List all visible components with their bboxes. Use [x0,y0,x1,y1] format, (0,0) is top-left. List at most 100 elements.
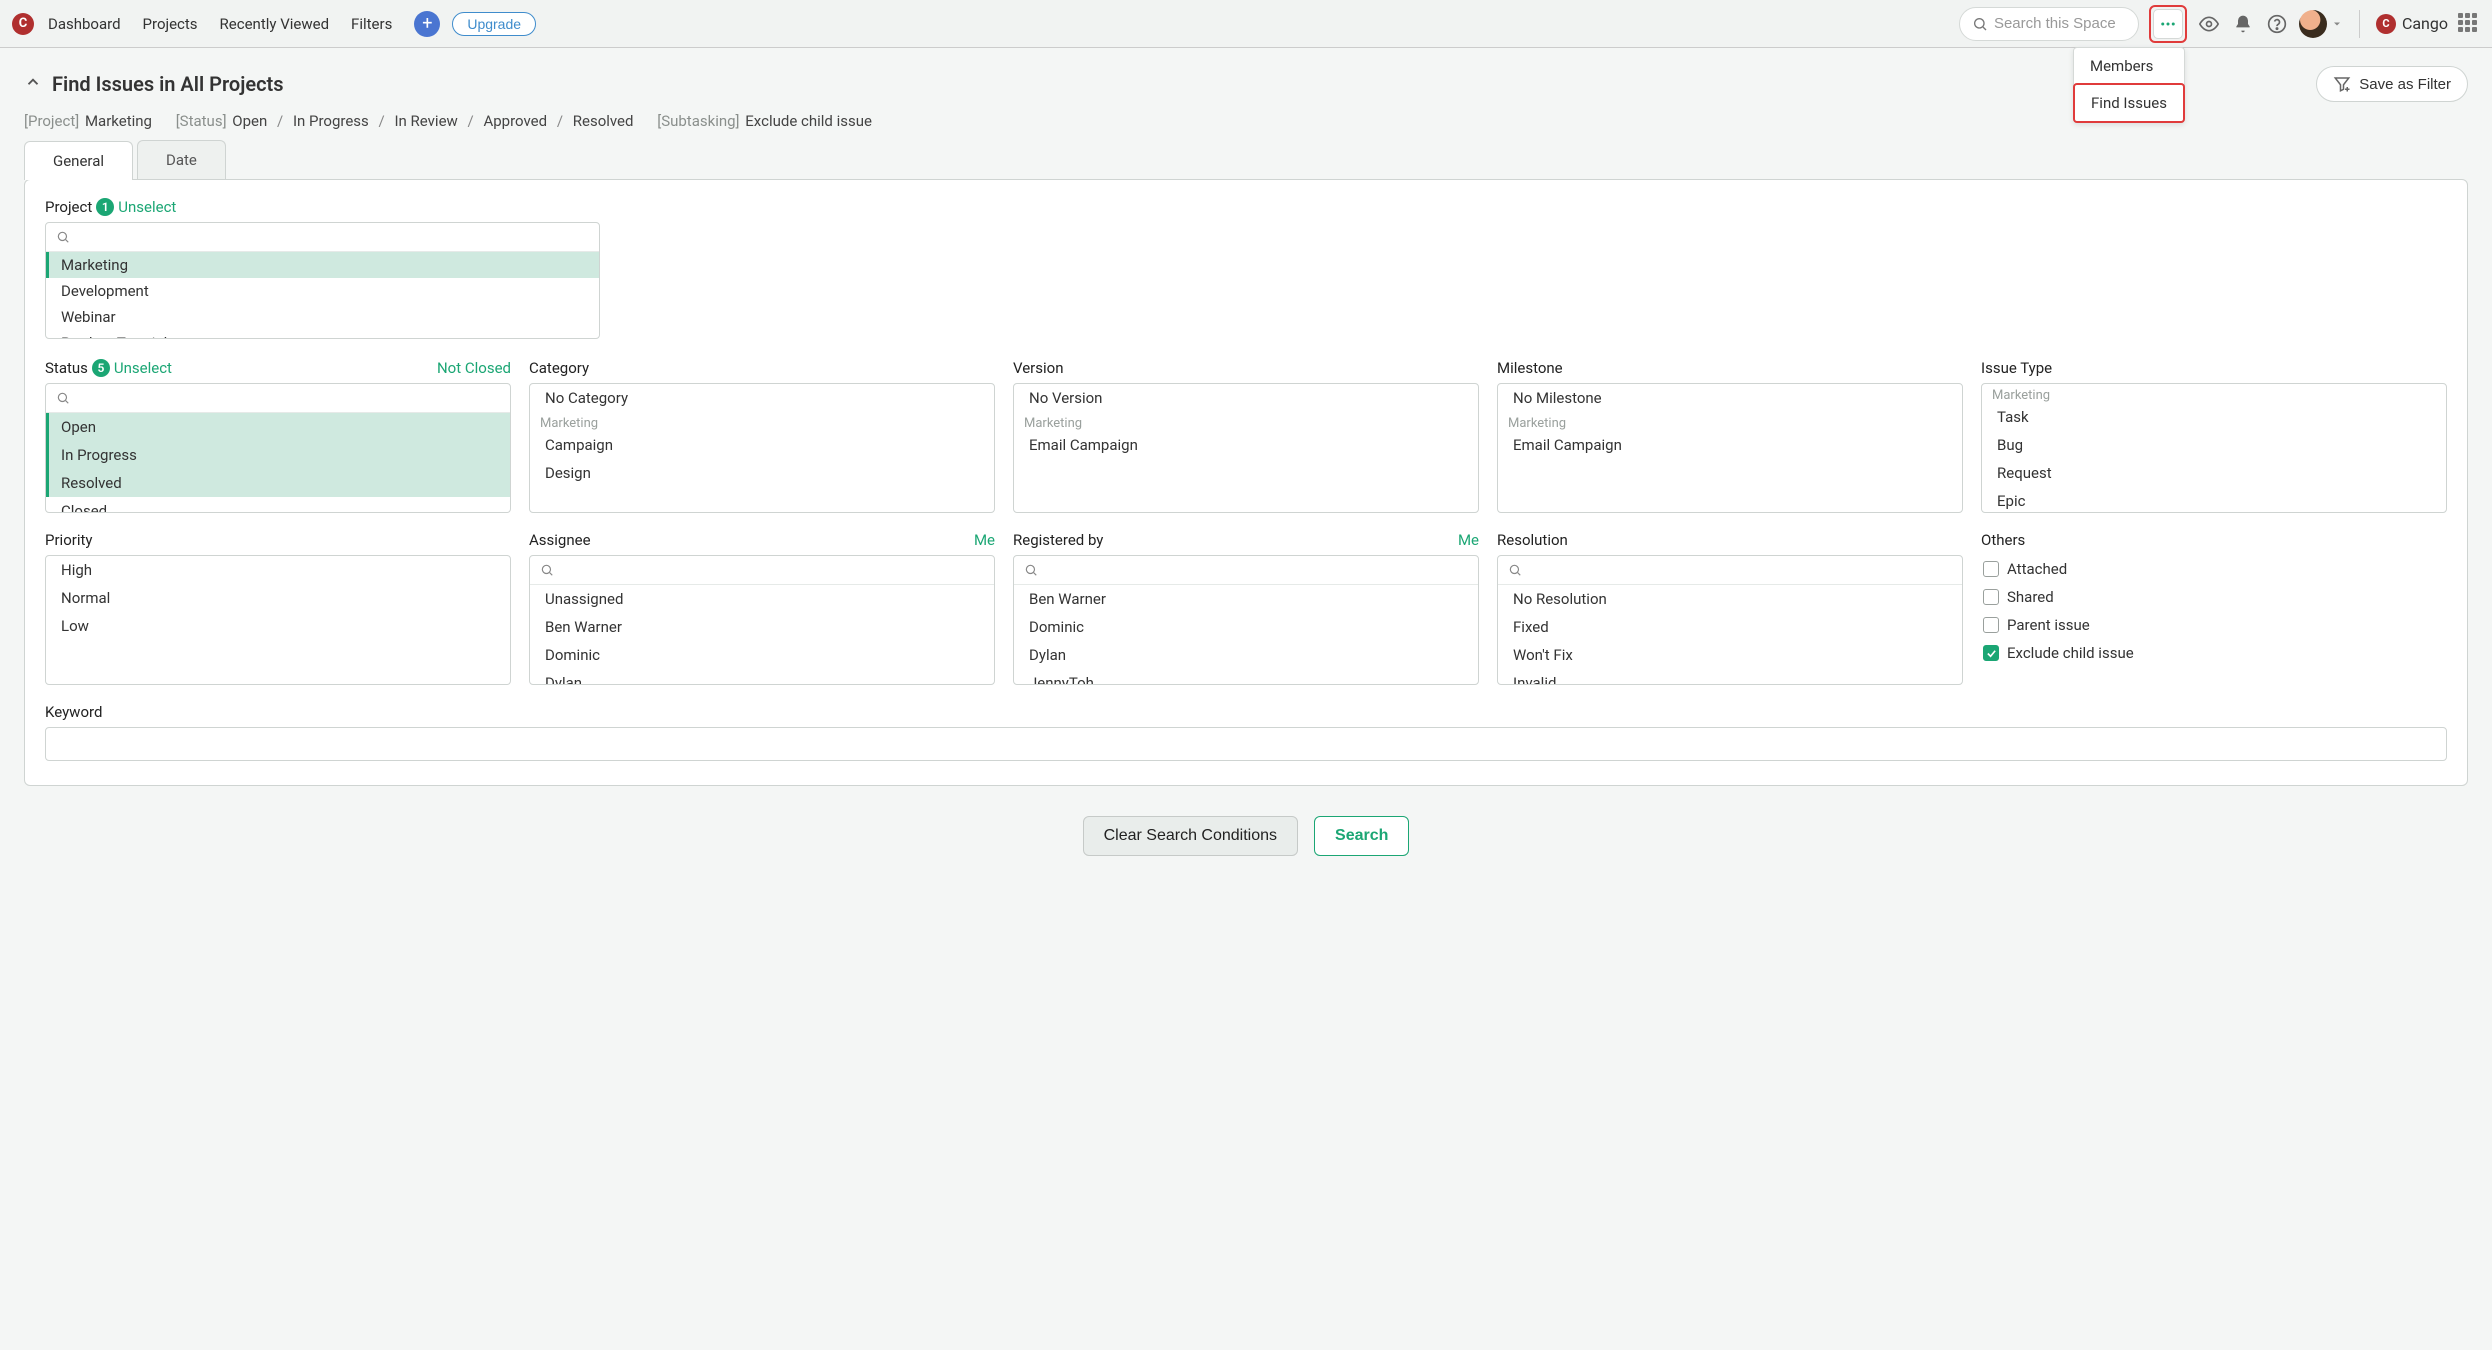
status-select: Open In Progress Resolved Closed Marketi… [45,383,511,513]
tab-date[interactable]: Date [137,140,226,179]
list-item[interactable]: In Progress [46,441,510,469]
search-button[interactable]: Search [1314,816,1409,856]
list-item[interactable]: Open [46,413,510,441]
registered-by-label: Registered by [1013,531,1103,549]
list-item[interactable]: Marketing [46,252,599,278]
registered-by-search-input[interactable] [1044,562,1468,578]
list-item[interactable]: Dominic [530,641,994,669]
list-item[interactable]: Ben Warner [1014,585,1478,613]
assignee-options[interactable]: Unassigned Ben Warner Dominic Dylan Jenn… [530,585,994,684]
create-button[interactable]: + [414,11,440,37]
apps-grid-icon[interactable] [2458,13,2480,35]
tab-general[interactable]: General [24,141,133,180]
issue-type-select: Marketing Task Bug Request Epic Other [1981,383,2447,513]
summary-status-value: Approved [483,112,547,130]
registered-by-search[interactable] [1014,556,1478,585]
version-block: Version No Version Marketing Email Campa… [1013,359,1479,513]
resolution-search-input[interactable] [1528,562,1952,578]
milestone-options[interactable]: No Milestone Marketing Email Campaign [1498,384,1962,512]
menu-members[interactable]: Members [2074,48,2184,84]
clear-conditions-button[interactable]: Clear Search Conditions [1083,816,1298,856]
list-item[interactable]: Low [46,612,510,640]
app-logo[interactable]: C [12,13,34,35]
list-item[interactable]: Ben Warner [530,613,994,641]
version-options[interactable]: No Version Marketing Email Campaign [1014,384,1478,512]
project-search-input[interactable] [76,229,589,245]
registered-by-options[interactable]: Ben Warner Dominic Dylan JennyToh Katrin… [1014,585,1478,684]
list-item[interactable]: No Resolution [1498,585,1962,613]
priority-options[interactable]: High Normal Low [46,556,510,684]
project-search[interactable] [46,223,599,252]
status-options[interactable]: Open In Progress Resolved Closed Marketi… [46,413,510,512]
registered-by-me[interactable]: Me [1458,531,1479,549]
status-unselect[interactable]: Unselect [114,359,172,377]
filter-tabs: General Date [0,140,2492,179]
list-item[interactable]: Fixed [1498,613,1962,641]
resolution-options[interactable]: No Resolution Fixed Won't Fix Invalid Du… [1498,585,1962,684]
list-item[interactable]: No Version [1014,384,1478,412]
category-options[interactable]: No Category Marketing Campaign Design [530,384,994,512]
list-item[interactable]: Task [1982,403,2446,431]
watch-icon[interactable] [2197,12,2221,36]
others-shared[interactable]: Shared [1981,583,2447,611]
global-search[interactable] [1959,7,2139,41]
assignee-me[interactable]: Me [974,531,995,549]
list-item[interactable]: JennyToh [1014,669,1478,684]
notifications-icon[interactable] [2231,12,2255,36]
summary-subtasking-value: Exclude child issue [745,112,872,130]
list-item[interactable]: Normal [46,584,510,612]
list-item[interactable]: Epic [1982,487,2446,512]
status-search[interactable] [46,384,510,413]
list-item[interactable]: Design [530,459,994,487]
collapse-toggle[interactable] [24,73,42,95]
nav-dashboard[interactable]: Dashboard [48,15,121,33]
others-parent-issue[interactable]: Parent issue [1981,611,2447,639]
list-item[interactable]: Unassigned [530,585,994,613]
list-item[interactable]: Closed [46,497,510,512]
others-exclude-child[interactable]: Exclude child issue [1981,639,2447,667]
list-item[interactable]: Email Campaign [1014,431,1478,459]
others-attached[interactable]: Attached [1981,555,2447,583]
list-item[interactable]: Won't Fix [1498,641,1962,669]
upgrade-button[interactable]: Upgrade [452,12,536,36]
status-not-closed[interactable]: Not Closed [437,359,511,377]
list-item[interactable]: High [46,556,510,584]
list-item[interactable]: Email Campaign [1498,431,1962,459]
list-item[interactable]: Dylan [530,669,994,684]
list-item[interactable]: Bug [1982,431,2446,459]
list-item[interactable]: Campaign [530,431,994,459]
keyword-input[interactable] [45,727,2447,761]
help-icon[interactable] [2265,12,2289,36]
list-item[interactable]: Webinar [46,304,599,330]
global-search-input[interactable] [1994,15,2126,32]
list-item[interactable]: No Milestone [1498,384,1962,412]
user-menu[interactable] [2299,10,2343,38]
assignee-search-input[interactable] [560,562,984,578]
workspace-switcher[interactable]: C Cango [2376,14,2448,34]
status-count: 5 [92,359,110,377]
project-options[interactable]: Marketing Development Webinar Product Tu… [46,252,599,338]
nav-recently-viewed[interactable]: Recently Viewed [220,15,330,33]
top-nav: C Dashboard Projects Recently Viewed Fil… [0,0,2492,48]
status-search-input[interactable] [76,390,500,406]
list-item[interactable]: No Category [530,384,994,412]
menu-find-issues[interactable]: Find Issues [2073,83,2185,123]
list-item[interactable]: Dominic [1014,613,1478,641]
list-item[interactable]: Request [1982,459,2446,487]
list-item[interactable]: Development [46,278,599,304]
list-item[interactable]: Dylan [1014,641,1478,669]
summary-status-value: Resolved [573,112,634,130]
assignee-search[interactable] [530,556,994,585]
issue-type-options[interactable]: Marketing Task Bug Request Epic Other [1982,384,2446,512]
checkbox-icon [1983,617,1999,633]
more-menu-button[interactable] [2153,9,2183,39]
resolution-search[interactable] [1498,556,1962,585]
list-item[interactable]: Product Tutorials [46,330,599,338]
project-unselect[interactable]: Unselect [118,198,176,216]
search-icon [540,563,554,577]
list-item[interactable]: Invalid [1498,669,1962,684]
list-item[interactable]: Resolved [46,469,510,497]
save-as-filter-button[interactable]: Save as Filter [2316,66,2468,102]
nav-filters[interactable]: Filters [351,15,392,33]
nav-projects[interactable]: Projects [143,15,198,33]
